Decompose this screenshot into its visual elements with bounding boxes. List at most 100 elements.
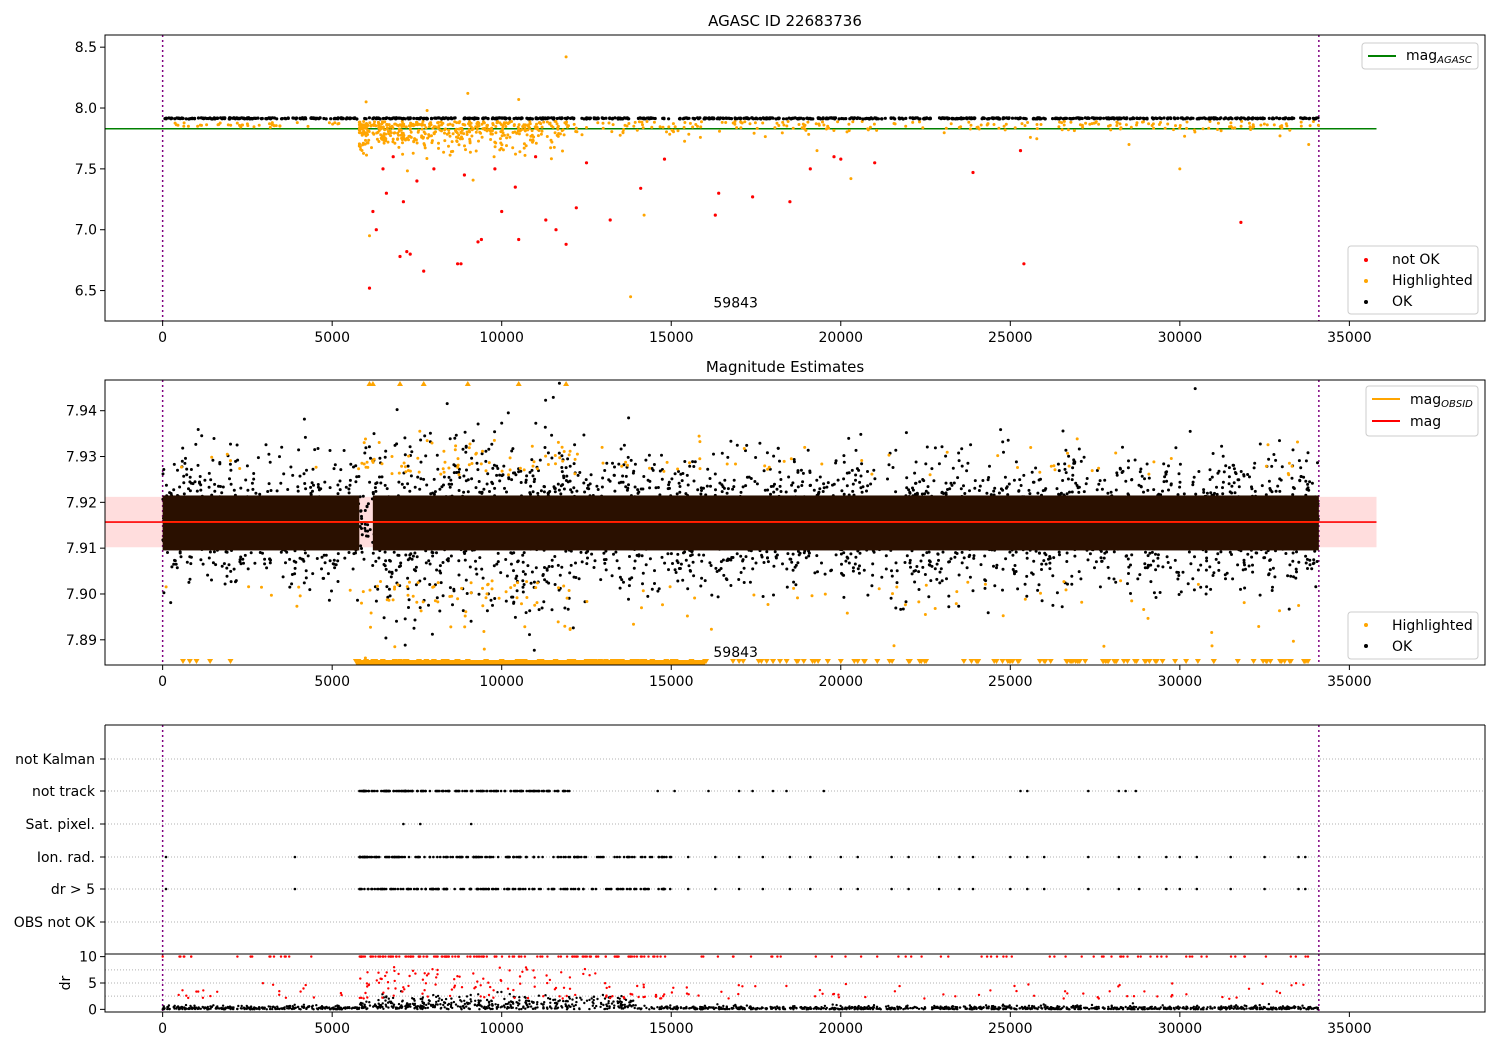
- data-point: [990, 116, 994, 120]
- data-point: [637, 120, 641, 124]
- data-point: [198, 480, 201, 484]
- data-point: [363, 509, 367, 512]
- data-point: [383, 483, 387, 487]
- data-point: [1126, 582, 1129, 586]
- data-point: [814, 122, 818, 126]
- data-point: [1197, 117, 1201, 121]
- data-point: [717, 191, 721, 195]
- data-point: [1130, 478, 1134, 482]
- data-point: [367, 138, 371, 142]
- data-point: [1208, 478, 1212, 481]
- data-point: [288, 557, 292, 561]
- data-point: [1217, 469, 1221, 473]
- data-point: [1065, 492, 1069, 496]
- data-point: [391, 126, 395, 130]
- data-point: [493, 430, 497, 434]
- data-point: [1279, 478, 1283, 482]
- data-point: [407, 598, 411, 602]
- data-point: [549, 157, 553, 161]
- data-point: [302, 472, 306, 476]
- data-point: [268, 125, 272, 129]
- data-point: [505, 144, 508, 148]
- data-point: [1248, 125, 1252, 129]
- data-point: [525, 474, 529, 478]
- data-point: [422, 117, 426, 121]
- data-point: [761, 121, 765, 125]
- data-point: [462, 490, 466, 494]
- data-point: [1105, 117, 1109, 121]
- data-point: [1065, 551, 1069, 555]
- data-point: [787, 475, 791, 479]
- data-point: [493, 140, 497, 144]
- data-point: [461, 447, 465, 451]
- data-point: [389, 575, 393, 579]
- data-point: [662, 157, 667, 161]
- data-point: [417, 128, 421, 132]
- data-point: [534, 141, 538, 145]
- data-point: [221, 485, 225, 489]
- data-point: [616, 116, 620, 120]
- data-point: [688, 121, 692, 125]
- data-point: [387, 587, 391, 591]
- data-point: [750, 116, 754, 120]
- data-point: [503, 486, 506, 490]
- data-point: [1036, 116, 1040, 120]
- data-point: [691, 460, 695, 464]
- data-point: [1220, 444, 1224, 448]
- data-point: [955, 552, 959, 555]
- data-point: [366, 128, 370, 132]
- data-point: [707, 117, 712, 121]
- data-point: [292, 116, 296, 120]
- data-point: [491, 466, 495, 470]
- data-point: [407, 117, 411, 121]
- data-point: [238, 123, 241, 127]
- data-point: [232, 488, 236, 492]
- data-point: [504, 125, 508, 128]
- data-point: [526, 564, 530, 568]
- data-point: [418, 606, 422, 610]
- data-point: [642, 213, 646, 217]
- data-point: [1035, 123, 1039, 126]
- data-point: [696, 488, 700, 492]
- data-point: [875, 128, 879, 132]
- data-point: [717, 117, 722, 121]
- data-point: [311, 572, 315, 576]
- data-point: [1062, 119, 1066, 123]
- data-point: [242, 561, 245, 565]
- data-point: [1163, 475, 1167, 479]
- data-point: [1169, 116, 1173, 121]
- data-point: [522, 146, 526, 150]
- data-point: [646, 594, 650, 598]
- data-point: [765, 550, 769, 554]
- data-point: [378, 475, 381, 479]
- data-point: [1112, 577, 1116, 581]
- data-point: [1234, 472, 1238, 476]
- data-point: [830, 568, 833, 572]
- data-point: [627, 122, 631, 125]
- data-point: [1010, 116, 1015, 120]
- data-point: [709, 564, 713, 567]
- data-point: [211, 561, 215, 565]
- data-point: [592, 566, 596, 569]
- data-point: [575, 130, 579, 134]
- data-point: [515, 589, 519, 593]
- data-point: [851, 116, 855, 120]
- data-point: [469, 619, 473, 623]
- plot-frame: [104, 34, 1486, 322]
- data-point: [1215, 485, 1218, 489]
- data-point: [1237, 485, 1241, 489]
- data-point: [1035, 127, 1039, 131]
- data-point: [890, 569, 893, 573]
- data-point: [892, 122, 896, 125]
- data-point: [767, 117, 771, 121]
- data-point: [628, 555, 631, 558]
- data-point: [519, 481, 523, 484]
- data-point: [1259, 123, 1263, 127]
- data-point: [437, 146, 440, 150]
- data-point: [561, 149, 564, 153]
- data-point: [487, 128, 491, 132]
- data-point: [178, 485, 182, 489]
- data-point: [235, 443, 239, 447]
- legend-marker: [1364, 258, 1368, 262]
- data-point: [392, 550, 396, 554]
